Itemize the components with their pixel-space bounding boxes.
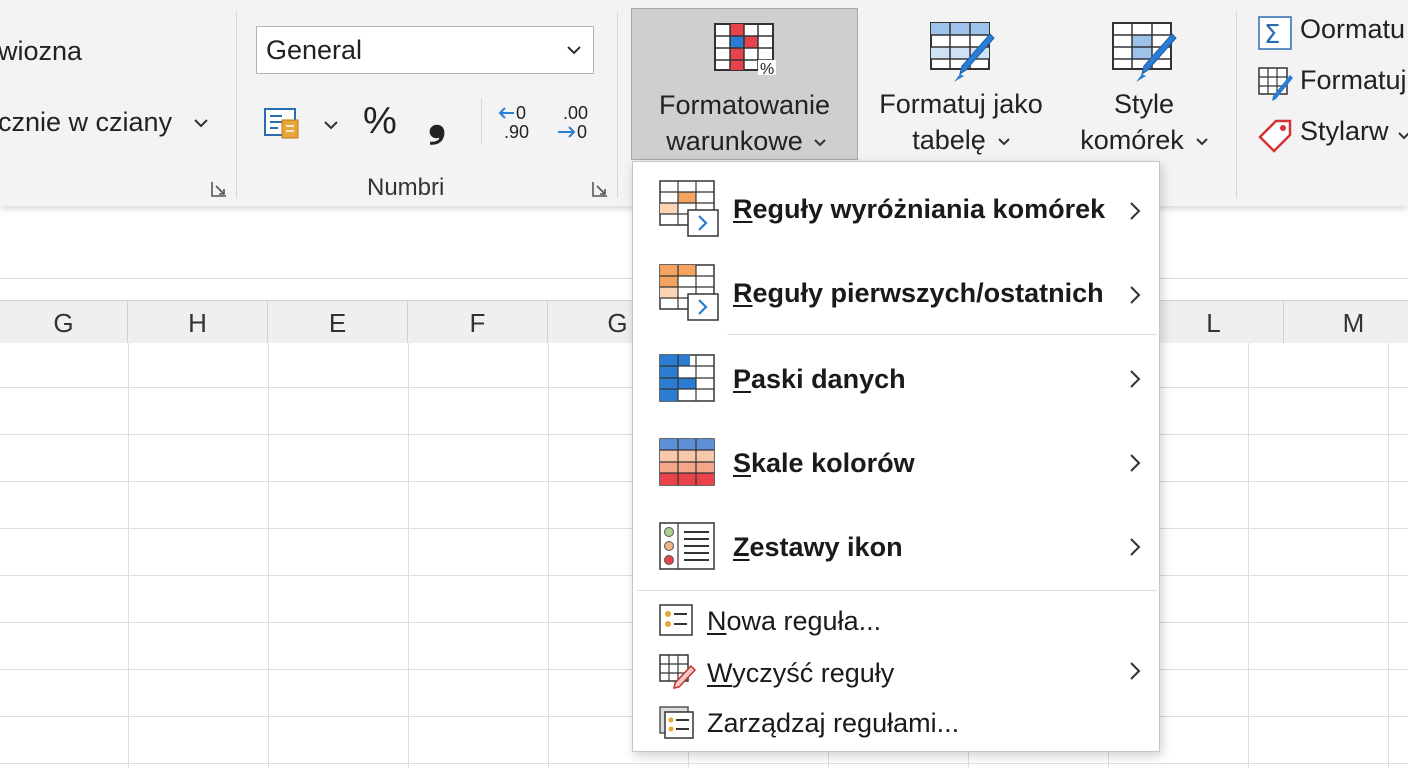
decrease-decimal-icon[interactable]: .00 0 bbox=[555, 102, 597, 142]
cell-styles-icon bbox=[1112, 22, 1177, 82]
color-scales-icon bbox=[659, 438, 715, 486]
number-group-label: Numbri bbox=[367, 174, 445, 201]
menu-item-top-bottom-rules[interactable]: Reguły pierwszych/ostatnich bbox=[633, 262, 1159, 330]
number-format-value: General bbox=[266, 35, 363, 65]
cell-styles-button[interactable]: Style komórek bbox=[1066, 8, 1222, 160]
data-bars-icon bbox=[659, 354, 715, 402]
menu-item-label: Zarządzaj regułami... bbox=[707, 708, 960, 738]
top-bottom-rules-icon bbox=[659, 264, 719, 321]
column-header[interactable]: E bbox=[268, 301, 408, 343]
svg-text:%: % bbox=[760, 61, 774, 75]
chevron-right-icon bbox=[1130, 662, 1141, 680]
divider bbox=[481, 98, 482, 144]
conditional-formatting-button[interactable]: % Formatowanie warunkowe bbox=[631, 8, 858, 160]
chevron-down-icon bbox=[814, 139, 826, 147]
cell-styles-label-line2: komórek bbox=[1080, 125, 1184, 155]
menu-item-label: Wyczyść reguły bbox=[707, 658, 895, 688]
svg-text:0: 0 bbox=[516, 103, 526, 123]
menu-item-new-rule[interactable]: Nowa reguła... bbox=[633, 598, 1159, 648]
alignment-dialog-launcher-icon[interactable] bbox=[210, 180, 228, 198]
chevron-right-icon bbox=[1130, 454, 1141, 472]
menu-item-highlight-cells-rules[interactable]: Reguły wyróżniania komórek bbox=[633, 178, 1159, 246]
sum-label: Oormatu bbox=[1300, 14, 1406, 44]
chevron-down-icon bbox=[567, 46, 581, 55]
chevron-right-icon bbox=[1130, 370, 1141, 388]
menu-item-label: Nowa reguła... bbox=[707, 606, 882, 636]
number-format-dropdown[interactable]: General bbox=[256, 26, 594, 74]
chevron-down-icon[interactable] bbox=[322, 116, 340, 134]
cell-styles-label-line1: Style bbox=[1113, 89, 1175, 119]
format-cells-icon bbox=[1258, 67, 1293, 101]
chevron-right-icon bbox=[1130, 286, 1141, 304]
chevron-down-icon[interactable] bbox=[192, 114, 210, 132]
tag-icon bbox=[1258, 119, 1292, 153]
format-label: Formatuj bbox=[1300, 65, 1407, 95]
column-header[interactable]: L bbox=[1144, 301, 1284, 343]
highlight-rules-icon bbox=[659, 180, 719, 237]
svg-text:0: 0 bbox=[577, 122, 587, 142]
column-header[interactable]: H bbox=[128, 301, 268, 343]
sigma-icon: Σ bbox=[1258, 16, 1292, 50]
menu-item-label: Reguły pierwszych/ostatnich bbox=[733, 278, 1104, 308]
conditional-formatting-menu: Reguły wyróżniania komórek Reguły pierws… bbox=[632, 161, 1160, 752]
column-header[interactable]: G bbox=[0, 301, 128, 343]
menu-separator bbox=[637, 590, 1157, 591]
new-rule-icon bbox=[659, 604, 693, 636]
chevron-right-icon bbox=[1130, 202, 1141, 220]
menu-item-label: Zestawy ikon bbox=[733, 532, 903, 562]
svg-text:Σ: Σ bbox=[1264, 20, 1280, 50]
group-separator bbox=[617, 12, 618, 198]
accounting-format-icon[interactable] bbox=[262, 106, 302, 142]
format-as-table-label-line1: Formatuj jako bbox=[879, 89, 1043, 119]
svg-text:.90: .90 bbox=[504, 122, 529, 142]
clear-rules-icon bbox=[659, 654, 697, 689]
comma-style-button[interactable]: ❟ bbox=[428, 92, 446, 148]
format-as-table-button[interactable]: Formatuj jako tabelę bbox=[868, 8, 1054, 160]
column-header[interactable]: F bbox=[408, 301, 548, 343]
menu-item-clear-rules[interactable]: Wyczyść reguły bbox=[633, 650, 1159, 700]
styles-label: Stylarw bbox=[1300, 116, 1389, 146]
chevron-down-icon bbox=[1398, 132, 1408, 140]
conditional-formatting-label-line1: Formatowanie bbox=[658, 90, 831, 120]
svg-text:.00: .00 bbox=[563, 103, 588, 123]
wrap-text-button[interactable]: wiozna bbox=[0, 36, 82, 67]
menu-item-color-scales[interactable]: Skale kolorów bbox=[633, 432, 1159, 500]
conditional-formatting-icon: % bbox=[714, 23, 776, 75]
group-separator bbox=[1236, 12, 1237, 198]
percent-style-button[interactable]: % bbox=[363, 100, 397, 143]
format-as-table-icon bbox=[930, 22, 995, 82]
menu-item-label: Skale kolorów bbox=[733, 448, 915, 478]
manage-rules-icon bbox=[659, 706, 694, 739]
menu-separator bbox=[727, 334, 1157, 335]
menu-item-manage-rules[interactable]: Zarządzaj regułami... bbox=[633, 702, 1159, 752]
menu-item-label: Reguły wyróżniania komórek bbox=[733, 194, 1106, 224]
chevron-down-icon bbox=[1196, 138, 1208, 146]
chevron-right-icon bbox=[1130, 538, 1141, 556]
chevron-down-icon bbox=[998, 138, 1010, 146]
format-as-table-label-line2: tabelę bbox=[912, 125, 986, 155]
number-dialog-launcher-icon[interactable] bbox=[591, 180, 609, 198]
group-separator bbox=[236, 12, 237, 198]
column-header[interactable]: M bbox=[1284, 301, 1408, 343]
increase-decimal-icon[interactable]: 0 .90 bbox=[496, 102, 538, 142]
icon-sets-icon bbox=[659, 522, 715, 570]
menu-item-label: Paski danych bbox=[733, 364, 906, 394]
menu-item-icon-sets[interactable]: Zestawy ikon bbox=[633, 516, 1159, 584]
menu-item-data-bars[interactable]: Paski danych bbox=[633, 348, 1159, 416]
merge-center-button[interactable]: cznie w cziany bbox=[0, 107, 172, 138]
